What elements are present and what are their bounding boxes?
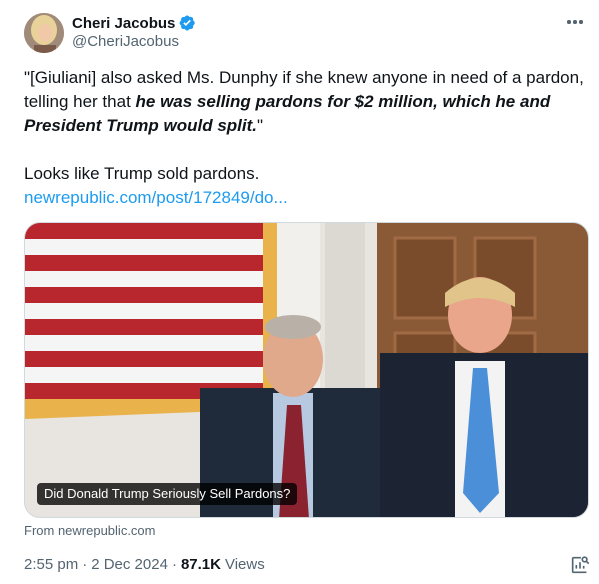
avatar[interactable] [24,13,64,53]
tweet-time[interactable]: 2:55 pm [24,556,78,573]
tweet-link[interactable]: newrepublic.com/post/172849/do... [24,186,589,210]
tweet-quote: "[Giuliani] also asked Ms. Dunphy if she… [24,66,589,138]
display-name[interactable]: Cheri Jacobus [72,15,175,32]
card-caption: Did Donald Trump Seriously Sell Pardons? [37,483,298,505]
link-card[interactable]: Did Donald Trump Seriously Sell Pardons? [24,222,589,518]
tweet: Cheri Jacobus @CheriJacobus "[Giuliani] … [0,0,599,584]
views-count: 87.1K [180,556,221,573]
more-horizontal-icon [567,20,571,24]
card-source[interactable]: From newrepublic.com [24,523,156,538]
tweet-comment: Looks like Trump sold pardons. [24,164,260,183]
tweet-date[interactable]: 2 Dec 2024 [91,556,168,573]
quote-close: " [257,116,264,135]
tweet-meta: 2:55 pm · 2 Dec 2024 · 87.1K Views [24,556,265,573]
separator: · [82,556,88,573]
views-label: Views [224,556,265,573]
tweet-text: "[Giuliani] also asked Ms. Dunphy if she… [24,66,589,210]
author-handle[interactable]: @CheriJacobus [72,33,179,50]
more-options-button[interactable] [561,10,589,34]
author-name-row: Cheri Jacobus [72,13,196,33]
card-image [25,223,588,517]
separator: · [171,556,177,573]
analytics-icon[interactable] [569,554,591,576]
verified-badge-icon [178,14,196,32]
